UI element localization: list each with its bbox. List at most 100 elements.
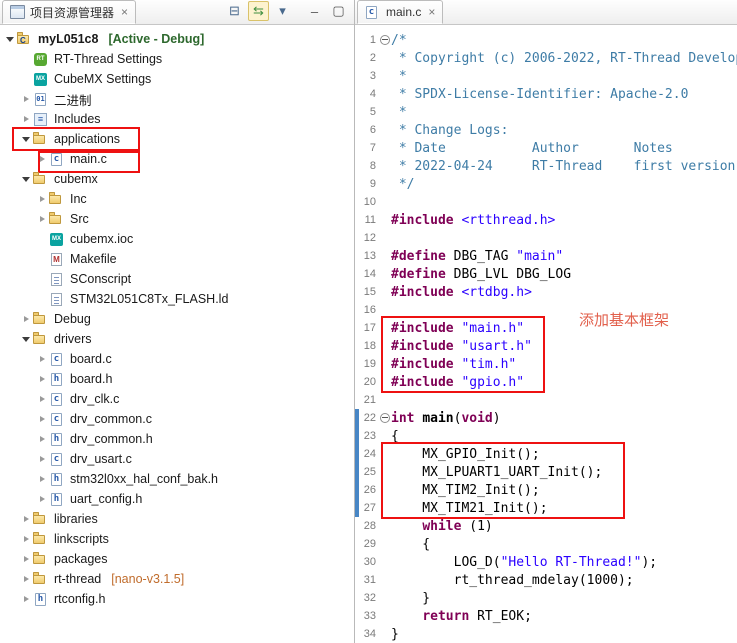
tree-item[interactable]: CmyL051c8 [Active - Debug] — [0, 29, 354, 49]
code-line[interactable]: 14 #define DBG_LVL DBG_LOG — [355, 265, 737, 283]
code-line[interactable]: 32 } — [355, 589, 737, 607]
chevron-right-icon[interactable] — [36, 153, 48, 165]
view-menu-icon[interactable]: ▾ — [272, 1, 293, 21]
code-line[interactable]: 21 — [355, 391, 737, 409]
code-text: { — [391, 428, 399, 444]
code-line[interactable]: 13 #define DBG_TAG "main" — [355, 247, 737, 265]
chevron-right-icon[interactable] — [20, 513, 32, 525]
code-line[interactable]: 3 * — [355, 67, 737, 85]
tree-item[interactable]: 01 二进制 — [0, 89, 354, 109]
code-line[interactable]: 27 MX_TIM21_Init(); — [355, 499, 737, 517]
tree-item[interactable]: STM32L051C8Tx_FLASH.ld — [0, 289, 354, 309]
chevron-down-icon[interactable] — [20, 333, 32, 345]
code-line[interactable]: 16 — [355, 301, 737, 319]
fold-column — [379, 35, 391, 45]
code-line[interactable]: 5 * — [355, 103, 737, 121]
chevron-right-icon[interactable] — [36, 473, 48, 485]
tree-item[interactable]: cubemx — [0, 169, 354, 189]
chevron-right-icon[interactable] — [20, 113, 32, 125]
tree-item[interactable]: drivers — [0, 329, 354, 349]
chevron-right-icon[interactable] — [36, 413, 48, 425]
link-with-editor-icon[interactable]: ⇆ — [248, 1, 269, 21]
tree-item[interactable]: h drv_common.h — [0, 429, 354, 449]
code-editor[interactable]: 添加基本框架 1/* 2 * Copyright (c) 2006-2022, R… — [355, 25, 737, 643]
code-line[interactable]: 30 LOG_D("Hello RT-Thread!"); — [355, 553, 737, 571]
code-line[interactable]: 10 — [355, 193, 737, 211]
collapse-all-icon[interactable]: ⊟ — [224, 1, 245, 21]
tree-item[interactable]: Inc — [0, 189, 354, 209]
code-line[interactable]: 7 * Date Author Notes — [355, 139, 737, 157]
close-tab-icon[interactable]: × — [121, 6, 128, 18]
code-line[interactable]: 22 int main(void) — [355, 409, 737, 427]
chevron-right-icon[interactable] — [20, 93, 32, 105]
tree-item[interactable]: h uart_config.h — [0, 489, 354, 509]
tree-item[interactable]: applications — [0, 129, 354, 149]
tree-item[interactable]: c drv_common.c — [0, 409, 354, 429]
chevron-right-icon[interactable] — [20, 533, 32, 545]
chevron-down-icon[interactable] — [20, 133, 32, 145]
chevron-right-icon[interactable] — [36, 393, 48, 405]
code-line[interactable]: 20 #include "gpio.h" — [355, 373, 737, 391]
tree-item[interactable]: packages — [0, 549, 354, 569]
code-line[interactable]: 1 /* — [355, 31, 737, 49]
chevron-right-icon[interactable] — [36, 213, 48, 225]
tab-main-c[interactable]: c main.c × — [357, 0, 444, 24]
code-line[interactable]: 15 #include <rtdbg.h> — [355, 283, 737, 301]
tree-item[interactable]: SConscript — [0, 269, 354, 289]
code-line[interactable]: 25 MX_LPUART1_UART_Init(); — [355, 463, 737, 481]
chevron-down-icon[interactable] — [20, 173, 32, 185]
tree-item[interactable]: libraries — [0, 509, 354, 529]
chevron-right-icon[interactable] — [36, 453, 48, 465]
tree-item[interactable]: h board.h — [0, 369, 354, 389]
chevron-right-icon[interactable] — [20, 553, 32, 565]
chevron-right-icon[interactable] — [36, 353, 48, 365]
code-line[interactable]: 31 rt_thread_mdelay(1000); — [355, 571, 737, 589]
tree-item[interactable]: Src — [0, 209, 354, 229]
tree-item[interactable]: MX cubemx.ioc — [0, 229, 354, 249]
chevron-right-icon[interactable] — [36, 193, 48, 205]
code-line[interactable]: 19 #include "tim.h" — [355, 355, 737, 373]
code-line[interactable]: 28 while (1) — [355, 517, 737, 535]
maximize-icon[interactable]: ▢ — [328, 1, 349, 21]
chevron-down-icon[interactable] — [4, 33, 16, 45]
chevron-right-icon[interactable] — [36, 373, 48, 385]
code-line[interactable]: 6 * Change Logs: — [355, 121, 737, 139]
collapse-fold-icon[interactable] — [380, 35, 390, 45]
tree-item[interactable]: rt-thread [nano-v3.1.5] — [0, 569, 354, 589]
tree-item[interactable]: c main.c — [0, 149, 354, 169]
chevron-right-icon[interactable] — [36, 433, 48, 445]
tree-item[interactable]: ≡ Includes — [0, 109, 354, 129]
code-line[interactable]: 23 { — [355, 427, 737, 445]
tab-project-explorer[interactable]: 项目资源管理器 × — [2, 0, 137, 24]
minimize-icon[interactable]: – — [304, 1, 325, 21]
code-line[interactable]: 12 — [355, 229, 737, 247]
chevron-right-icon[interactable] — [20, 313, 32, 325]
code-line[interactable]: 26 MX_TIM2_Init(); — [355, 481, 737, 499]
tree-item[interactable]: c board.c — [0, 349, 354, 369]
chevron-right-icon[interactable] — [20, 573, 32, 585]
tree-item[interactable]: c drv_usart.c — [0, 449, 354, 469]
tree-item[interactable]: Debug — [0, 309, 354, 329]
chevron-right-icon[interactable] — [36, 493, 48, 505]
code-line[interactable]: 24 MX_GPIO_Init(); — [355, 445, 737, 463]
code-line[interactable]: 34} — [355, 625, 737, 643]
tree-item[interactable]: M Makefile — [0, 249, 354, 269]
collapse-fold-icon[interactable] — [380, 413, 390, 423]
tree-item[interactable]: c drv_clk.c — [0, 389, 354, 409]
code-line[interactable]: 4 * SPDX-License-Identifier: Apache-2.0 — [355, 85, 737, 103]
tree-item[interactable]: MX CubeMX Settings — [0, 69, 354, 89]
close-tab-icon[interactable]: × — [428, 6, 435, 18]
tree-item[interactable]: linkscripts — [0, 529, 354, 549]
tree-item[interactable]: h rtconfig.h — [0, 589, 354, 609]
code-line[interactable]: 18 #include "usart.h" — [355, 337, 737, 355]
tree-item[interactable]: h stm32l0xx_hal_conf_bak.h — [0, 469, 354, 489]
code-line[interactable]: 2 * Copyright (c) 2006-2022, RT-Thread D… — [355, 49, 737, 67]
code-line[interactable]: 8 * 2022-04-24 RT-Thread first version — [355, 157, 737, 175]
code-line[interactable]: 17 #include "main.h" — [355, 319, 737, 337]
tree-item[interactable]: RT RT-Thread Settings — [0, 49, 354, 69]
code-line[interactable]: 33 return RT_EOK; — [355, 607, 737, 625]
chevron-right-icon[interactable] — [20, 593, 32, 605]
code-line[interactable]: 9 */ — [355, 175, 737, 193]
code-line[interactable]: 29 { — [355, 535, 737, 553]
code-line[interactable]: 11 #include <rtthread.h> — [355, 211, 737, 229]
